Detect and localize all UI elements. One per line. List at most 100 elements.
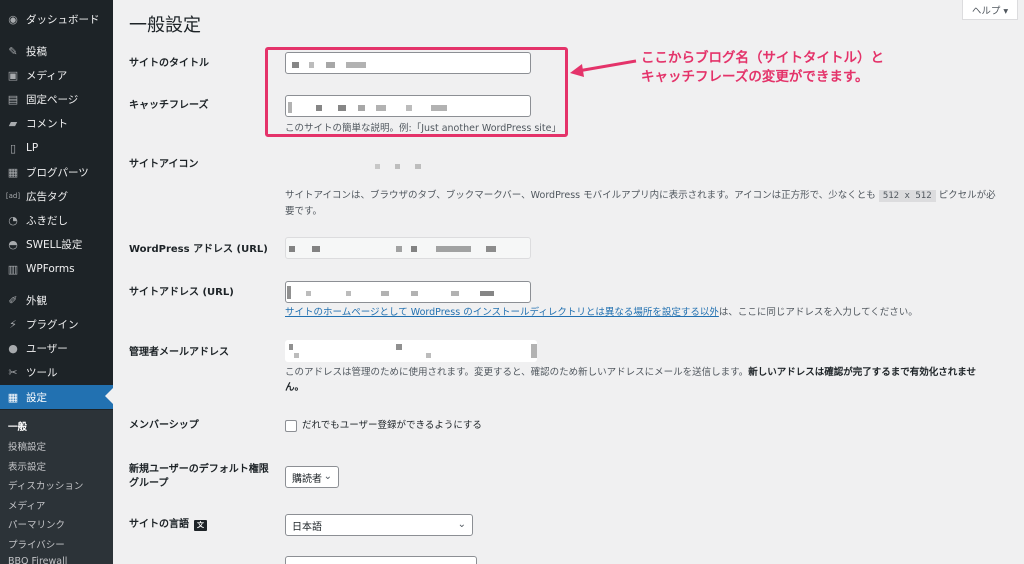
language-select[interactable]: 日本語 ⌄: [285, 514, 473, 536]
dashboard-icon: ◉: [8, 12, 18, 26]
plugin-icon: ⚡: [9, 317, 17, 331]
submenu-item[interactable]: プライバシー: [8, 537, 65, 551]
sidebar-item-label: WPForms: [26, 263, 75, 275]
sidebar-item-label: ブログパーツ: [26, 166, 89, 179]
default-role-label-line1: 新規ユーザーのデフォルト権限: [129, 464, 269, 475]
sidebar-item-plugin[interactable]: ⚡ プラグイン: [0, 312, 113, 336]
membership-checkbox-label[interactable]: だれでもユーザー登録ができるようにする: [302, 418, 482, 433]
site-address-input[interactable]: [285, 281, 531, 303]
sidebar-item-comment[interactable]: ▰ コメント: [0, 111, 113, 135]
annotation-text: ここからブログ名（サイトタイトル）と キャッチフレーズの変更ができます。: [641, 49, 884, 87]
admin-sidebar: ◉ ダッシュボード ✎ 投稿 ▣ メディア ▤ 固定ページ ▰ コメント ▯ LP ▦ ブログパーツ [ad…: [0, 0, 113, 564]
admin-email-desc-text: このアドレスは管理のために使用されます。変更すると、確認のため新しいアドレスにメ…: [285, 367, 749, 378]
annotation-line-2: キャッチフレーズの変更ができます。: [641, 69, 869, 85]
language-value: 日本語: [292, 521, 322, 533]
admin-email-desc-bold-2: ん。: [285, 382, 305, 393]
submenu-item[interactable]: パーマリンク: [8, 517, 65, 531]
sidebar-item-appearance[interactable]: ✐ 外観: [0, 288, 113, 312]
language-label-row: サイトの言語 文: [129, 518, 207, 532]
default-role-select[interactable]: 購読者 ⌄: [285, 466, 339, 488]
site-icon-label: サイトアイコン: [129, 159, 199, 170]
submenu-item[interactable]: 一般: [8, 419, 27, 433]
tagline-label: キャッチフレーズ: [129, 100, 209, 111]
site-icon-desc-text: サイトアイコンは、ブラウザのタブ、ブックマークバー、WordPress モバイル…: [285, 190, 876, 201]
sidebar-item-pages[interactable]: ▤ 固定ページ: [0, 87, 113, 111]
translate-icon: 文: [194, 519, 207, 531]
sidebar-item-user[interactable]: ● ユーザー: [0, 336, 113, 360]
sidebar-item-swell[interactable]: ◓ SWELL設定: [0, 232, 113, 256]
site-icon-desc-text-2: ピクセルが必: [938, 190, 996, 201]
admin-email-description: このアドレスは管理のために使用されます。変更すると、確認のため新しいアドレスにメ…: [285, 365, 1020, 395]
sidebar-item-tools[interactable]: ✂ ツール: [0, 360, 113, 384]
sidebar-item-dashboard[interactable]: ◉ ダッシュボード: [0, 7, 113, 31]
language-label: サイトの言語: [129, 519, 189, 530]
timezone-select[interactable]: [285, 556, 477, 564]
chevron-down-icon: ⌄: [323, 471, 332, 482]
sidebar-item-media[interactable]: ▣ メディア: [0, 63, 113, 87]
page-title: 一般設定: [129, 15, 201, 36]
site-address-desc-text: は、ここに同じアドレスを入力してください。: [718, 307, 918, 318]
annotation-arrow-icon: [570, 59, 637, 77]
sidebar-item-forms[interactable]: ▥ WPForms: [0, 257, 113, 281]
swell-icon: ◓: [8, 237, 18, 251]
blogparts-icon: ▦: [7, 165, 19, 179]
pin-icon: ✎: [8, 44, 18, 58]
annotation-highlight-box: [265, 47, 568, 137]
bubble-icon: ◔: [8, 213, 18, 227]
sidebar-item-label: 固定ページ: [26, 93, 79, 106]
site-address-help-link[interactable]: サイトのホームページとして WordPress のインストールディレクトリとは異…: [285, 307, 719, 318]
main-content: 一般設定 ヘルプ ▾ サイトのタイトル キャッチフレーズ このサイトの簡単な説明…: [113, 0, 1024, 564]
pages-icon: ▤: [7, 92, 19, 106]
membership-checkbox[interactable]: [285, 420, 297, 432]
chevron-down-icon: ⌄: [457, 519, 466, 530]
sidebar-item-label: コメント: [26, 117, 68, 130]
forms-icon: ▥: [7, 262, 19, 276]
settings-submenu: 一般投稿設定表示設定ディスカッション メディアパーマリンク プライバシー BBQ Fi…: [0, 410, 113, 564]
sidebar-item-label: 投稿: [26, 45, 47, 58]
media-icon: ▣: [7, 68, 19, 82]
sidebar-item-label: ダッシュボード: [26, 13, 100, 26]
sidebar-item-label: ツール: [26, 366, 58, 379]
site-icon-description: サイトアイコンは、ブラウザのタブ、ブックマークバー、WordPress モバイル…: [285, 188, 1020, 219]
admin-email-input[interactable]: [285, 340, 537, 362]
sidebar-item-label: ふきだし: [26, 214, 68, 227]
site-icon-size-code: 512 x 512: [878, 190, 936, 202]
settings-icon: ▦: [7, 390, 19, 404]
user-icon: ●: [8, 341, 18, 355]
sidebar-item-settings[interactable]: ▦ 設定: [0, 385, 113, 409]
sidebar-item-label: メディア: [26, 69, 68, 82]
comment-icon: ▰: [8, 116, 18, 130]
lp-icon: ▯: [9, 141, 17, 155]
wp-address-label: WordPress アドレス (URL): [129, 244, 268, 255]
default-role-value: 購読者: [292, 473, 322, 485]
submenu-item[interactable]: メディア: [8, 498, 45, 512]
site-title-label: サイトのタイトル: [129, 58, 209, 69]
sidebar-item-label: 設定: [26, 391, 47, 404]
sidebar-item-label: 外観: [26, 294, 47, 307]
sidebar-item-label: SWELL設定: [26, 238, 83, 251]
default-role-label: 新規ユーザーのデフォルト権限 グループ: [129, 463, 269, 491]
sidebar-item-ad[interactable]: [ad] 広告タグ: [0, 184, 113, 208]
sidebar-item-lp[interactable]: ▯ LP: [0, 136, 113, 160]
submenu-item[interactable]: BBQ Firewall: [8, 556, 67, 564]
appearance-icon: ✐: [8, 293, 18, 307]
help-tab-button[interactable]: ヘルプ ▾: [962, 0, 1018, 20]
admin-email-label: 管理者メールアドレス: [129, 347, 229, 358]
site-icon-preview[interactable]: [285, 152, 480, 182]
sidebar-item-blogparts[interactable]: ▦ ブログパーツ: [0, 160, 113, 184]
submenu-item[interactable]: ディスカッション: [8, 478, 83, 492]
sidebar-item-label: 広告タグ: [26, 190, 68, 203]
sidebar-item-label: ユーザー: [26, 342, 68, 355]
submenu-item[interactable]: 投稿設定: [8, 439, 46, 453]
sidebar-item-bubble[interactable]: ◔ ふきだし: [0, 208, 113, 232]
wp-address-input[interactable]: [285, 237, 531, 259]
admin-email-desc-bold: 新しいアドレスは確認が完了するまで有効化されませ: [748, 367, 976, 378]
sidebar-item-pin[interactable]: ✎ 投稿: [0, 39, 113, 63]
site-address-label: サイトアドレス (URL): [129, 287, 234, 298]
site-address-description: サイトのホームページとして WordPress のインストールディレクトリとは異…: [285, 305, 918, 320]
ad-icon: [ad]: [5, 192, 21, 200]
submenu-item[interactable]: 表示設定: [8, 459, 46, 473]
sidebar-item-label: プラグイン: [26, 318, 79, 331]
membership-label: メンバーシップ: [129, 420, 199, 431]
sidebar-item-label: LP: [26, 142, 39, 154]
